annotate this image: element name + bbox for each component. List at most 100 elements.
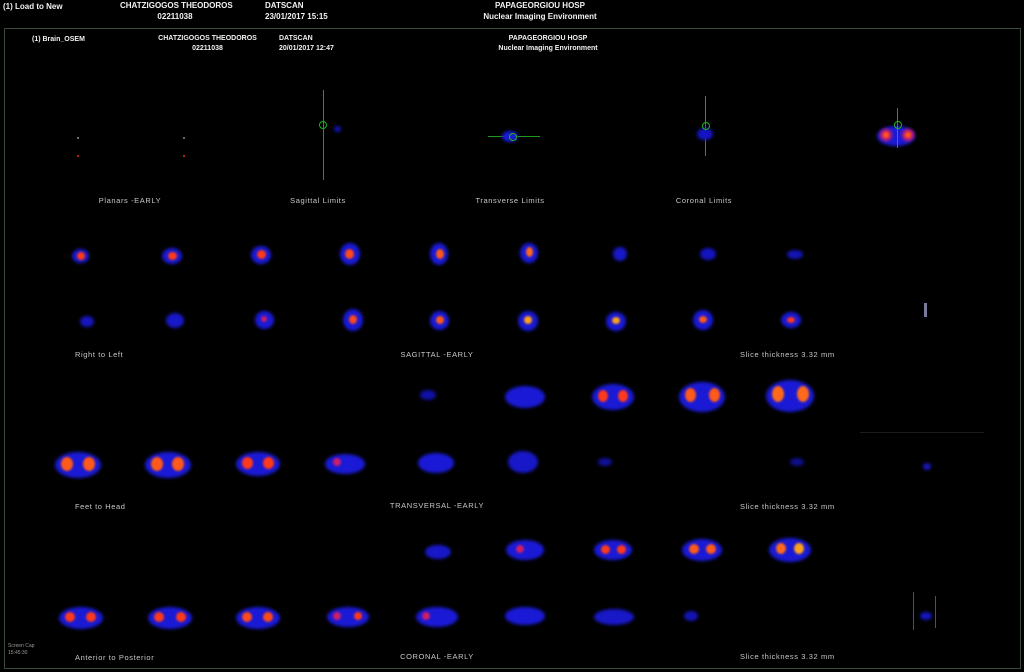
transversal-slice-core [618,390,628,402]
transversal-locator-mark [923,463,931,470]
image-viewport[interactable] [4,28,1021,669]
transversal-slice-core [61,457,73,471]
volume-crosshair-center[interactable] [894,121,902,129]
transversal-slice-core [709,388,720,402]
planar-marker [77,155,79,157]
sagittal-slice-core [436,316,444,324]
planar-marker [77,137,79,139]
coronal-slice-core [263,612,273,622]
sagittal-slice-core [787,317,795,323]
transversal-slice-core [242,457,253,469]
sagittal-slice-core [524,316,532,324]
transversal-slice-core [333,458,341,466]
coronal-slice-core [617,545,626,554]
planars-label: Planars -EARLY [98,196,162,205]
sagittal-limits-blob [334,126,341,132]
series-patient-name: CHATZIGOGOS THEODOROS [158,35,257,42]
window-separator [860,432,984,433]
coronal-slice-core [86,612,96,622]
sagittal-crosshair-center[interactable] [319,121,327,129]
coronal-slice-core [516,545,524,553]
coronal-slice-core [794,543,804,554]
sagittal-slice-core [612,317,620,324]
transversal-slice-blob [420,390,436,400]
coronal-slice-thickness: Slice thickness 3.32 mm [740,652,835,661]
transversal-slice-blob [790,458,804,466]
coronal-locator-blob [920,612,932,620]
right-to-left-label: Right to Left [75,350,124,359]
sagittal-slice-core [77,252,85,260]
environment-name: Nuclear Imaging Environment [483,12,597,21]
sagittal-slice-blob [80,316,94,327]
transversal-slice-core [797,386,809,402]
sagittal-slice-core [257,250,266,259]
sagittal-limits-label: Sagittal Limits [290,196,346,205]
coronal-slice-blob [594,540,632,560]
transversal-slice-blob [598,458,612,466]
sagittal-locator-mark [924,303,927,317]
feet-to-head-label: Feet to Head [75,502,126,511]
coronal-slice-core [242,612,252,622]
coronal-locator-line [935,596,936,628]
coronal-slice-core [354,612,362,620]
sagittal-slice-blob [166,313,184,328]
coronal-locator-line [913,592,914,630]
volume-preview-core [905,132,911,138]
series-environment: Nuclear Imaging Environment [498,45,598,52]
sagittal-slice-blob [787,250,803,259]
sagittal-slice-core [526,247,533,257]
planar-marker [183,137,185,139]
sagittal-slice-blob [700,248,716,260]
coronal-slice-core [65,612,75,622]
sagittal-slice-core [345,249,354,259]
coronal-slice-core [706,544,716,554]
coronal-early-label: CORONAL -EARLY [400,652,474,661]
load-to-new-button[interactable]: (1) Load to New [3,2,63,12]
transversal-slice-core [263,457,274,469]
screen-capture-time: 15:45:30 [8,650,28,656]
coronal-slice-blob [505,607,545,625]
sagittal-slice-core [699,316,707,323]
coronal-slice-core [154,612,164,622]
coronal-limits-label: Coronal Limits [675,196,733,205]
sagittal-early-label: SAGITTAL -EARLY [400,350,474,359]
transversal-slice-blob [505,386,545,408]
coronal-slice-core [601,545,610,554]
coronal-slice-blob [506,540,544,560]
sagittal-crosshair-vertical[interactable] [323,90,324,180]
transversal-early-label: TRANSVERSAL -EARLY [389,501,485,510]
anterior-to-posterior-label: Anterior to Posterior [75,653,155,662]
series-name[interactable]: (1) Brain_OSEM [32,35,85,45]
coronal-slice-core [422,612,430,620]
coronal-slice-blob [425,545,451,559]
coronal-slice-core [176,612,186,622]
study-name: DATSCAN [265,1,304,10]
sagittal-slice-blob [613,247,627,261]
transversal-slice-core [151,457,163,471]
sagittal-slice-thickness: Slice thickness 3.32 mm [740,350,835,359]
volume-preview-core [883,132,889,138]
sagittal-slice-core [261,316,267,322]
series-hospital: PAPAGEORGIOU HOSP [508,35,588,42]
transverse-crosshair-center[interactable] [509,133,517,141]
transversal-slice-thickness: Slice thickness 3.32 mm [740,502,835,511]
transversal-slice-core [172,457,184,471]
transversal-slice-blob [325,454,365,474]
series-datetime: 20/01/2017 12:47 [279,45,334,52]
coronal-slice-blob [594,609,634,625]
transversal-slice-core [598,390,608,402]
sagittal-slice-core [349,315,357,324]
transverse-limits-label: Transverse Limits [475,196,545,205]
transversal-slice-core [685,388,696,402]
series-study: DATSCAN [279,35,313,42]
transversal-slice-blob [508,451,538,473]
patient-id: 02211038 [157,12,193,21]
transversal-slice-core [772,386,784,402]
patient-name: CHATZIGOGOS THEODOROS [120,1,233,10]
planar-marker [183,155,185,157]
series-patient-id: 02211038 [192,45,223,52]
transversal-slice-core [83,457,95,471]
coronal-slice-blob [682,539,722,561]
coronal-crosshair-center[interactable] [702,122,710,130]
study-datetime: 23/01/2017 15:15 [265,12,328,21]
